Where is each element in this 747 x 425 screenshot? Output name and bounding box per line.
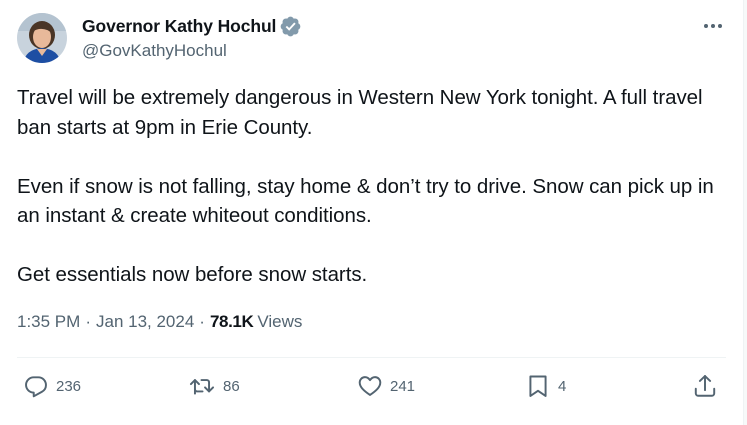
divider — [17, 357, 726, 358]
tweet-paragraph: Even if snow is not falling, stay home &… — [17, 174, 714, 228]
share-button[interactable] — [692, 372, 718, 400]
tweet-card: Governor Kathy Hochul @GovKathyHochul Tr… — [0, 0, 743, 425]
bookmark-button[interactable]: 4 — [525, 372, 566, 400]
views-count[interactable]: 78.1K — [210, 312, 254, 332]
tweet-date[interactable]: Jan 13, 2024 — [96, 312, 194, 332]
bookmark-count: 4 — [558, 377, 567, 395]
meta-separator: · — [199, 312, 205, 331]
reply-button[interactable]: 236 — [23, 372, 81, 400]
tweet-paragraph: Travel will be extremely dangerous in We… — [17, 86, 703, 139]
verified-badge-icon — [280, 16, 301, 37]
more-options-button[interactable] — [700, 14, 726, 38]
tweet-paragraph: Get essentials now before snow starts. — [17, 263, 368, 286]
avatar[interactable] — [17, 13, 67, 63]
author-display-name[interactable]: Governor Kathy Hochul — [82, 16, 276, 37]
meta-separator: · — [85, 312, 91, 331]
reply-count: 236 — [56, 377, 82, 395]
author-row: Governor Kathy Hochul — [82, 14, 301, 38]
tweet-text: Travel will be extremely dangerous in We… — [17, 83, 727, 290]
avatar-image — [17, 13, 67, 63]
author-handle[interactable]: @GovKathyHochul — [82, 41, 227, 61]
retweet-button[interactable]: 86 — [188, 372, 240, 400]
like-button[interactable]: 241 — [357, 372, 415, 400]
share-icon — [694, 375, 716, 397]
heart-icon — [358, 376, 382, 396]
bookmark-icon — [529, 375, 547, 397]
tweet-meta: 1:35 PM · Jan 13, 2024 · 78.1K Views — [17, 312, 302, 332]
retweet-icon — [189, 379, 215, 395]
retweet-count: 86 — [223, 377, 240, 395]
like-count: 241 — [390, 377, 416, 395]
more-dots-icon — [704, 24, 722, 28]
views-label: Views — [257, 312, 303, 331]
tweet-time[interactable]: 1:35 PM — [17, 312, 80, 332]
reply-icon — [25, 376, 47, 398]
